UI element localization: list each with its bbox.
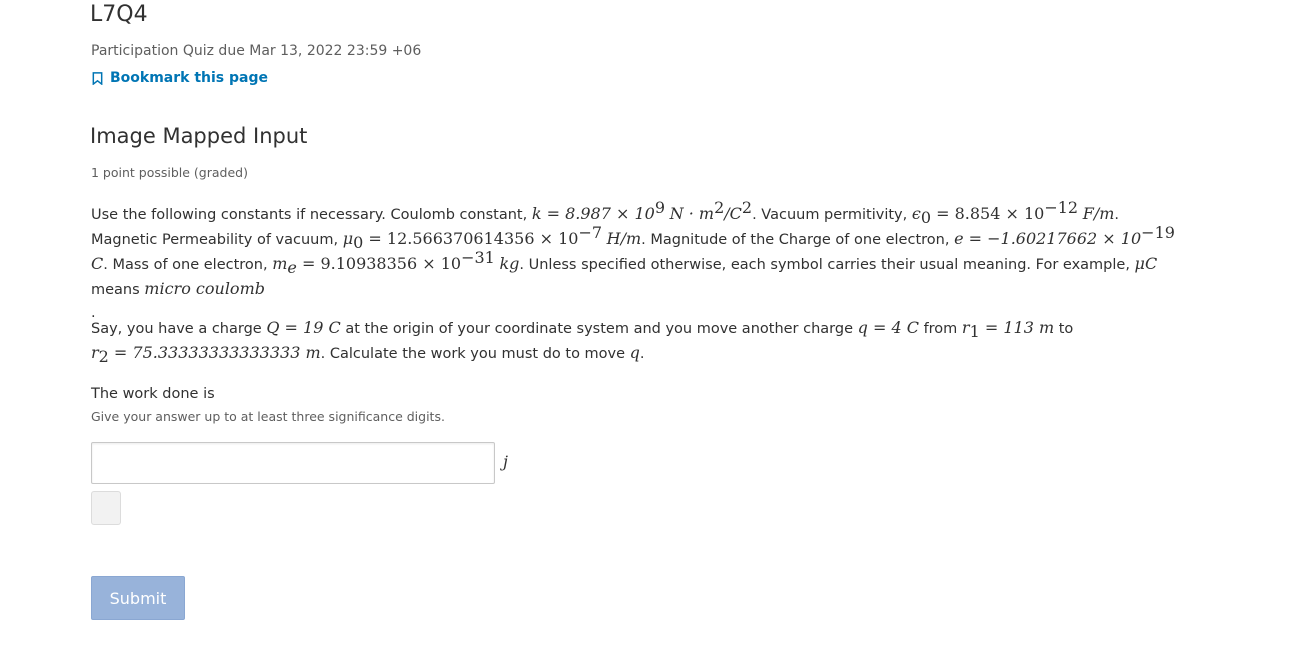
answer-status-indicator bbox=[91, 491, 121, 525]
bookmark-label: Bookmark this page bbox=[110, 70, 268, 86]
due-date-text: Participation Quiz due Mar 13, 2022 23:5… bbox=[91, 43, 422, 59]
question-paragraph: Say, you have a charge Q = 19 C at the o… bbox=[91, 318, 1074, 366]
submit-button[interactable]: Submit bbox=[91, 576, 185, 620]
answer-hint: Give your answer up to at least three si… bbox=[91, 409, 445, 424]
problem-title: Image Mapped Input bbox=[90, 124, 308, 148]
points-possible: 1 point possible (graded) bbox=[91, 165, 248, 180]
answer-unit: j bbox=[503, 452, 508, 471]
constants-paragraph: Use the following constants if necessary… bbox=[91, 198, 1175, 321]
answer-input[interactable] bbox=[91, 442, 495, 484]
answer-label: The work done is bbox=[91, 386, 215, 402]
bookmark-link[interactable]: Bookmark this page bbox=[91, 70, 268, 86]
page-title: L7Q4 bbox=[90, 2, 148, 27]
bookmark-icon bbox=[92, 71, 103, 85]
